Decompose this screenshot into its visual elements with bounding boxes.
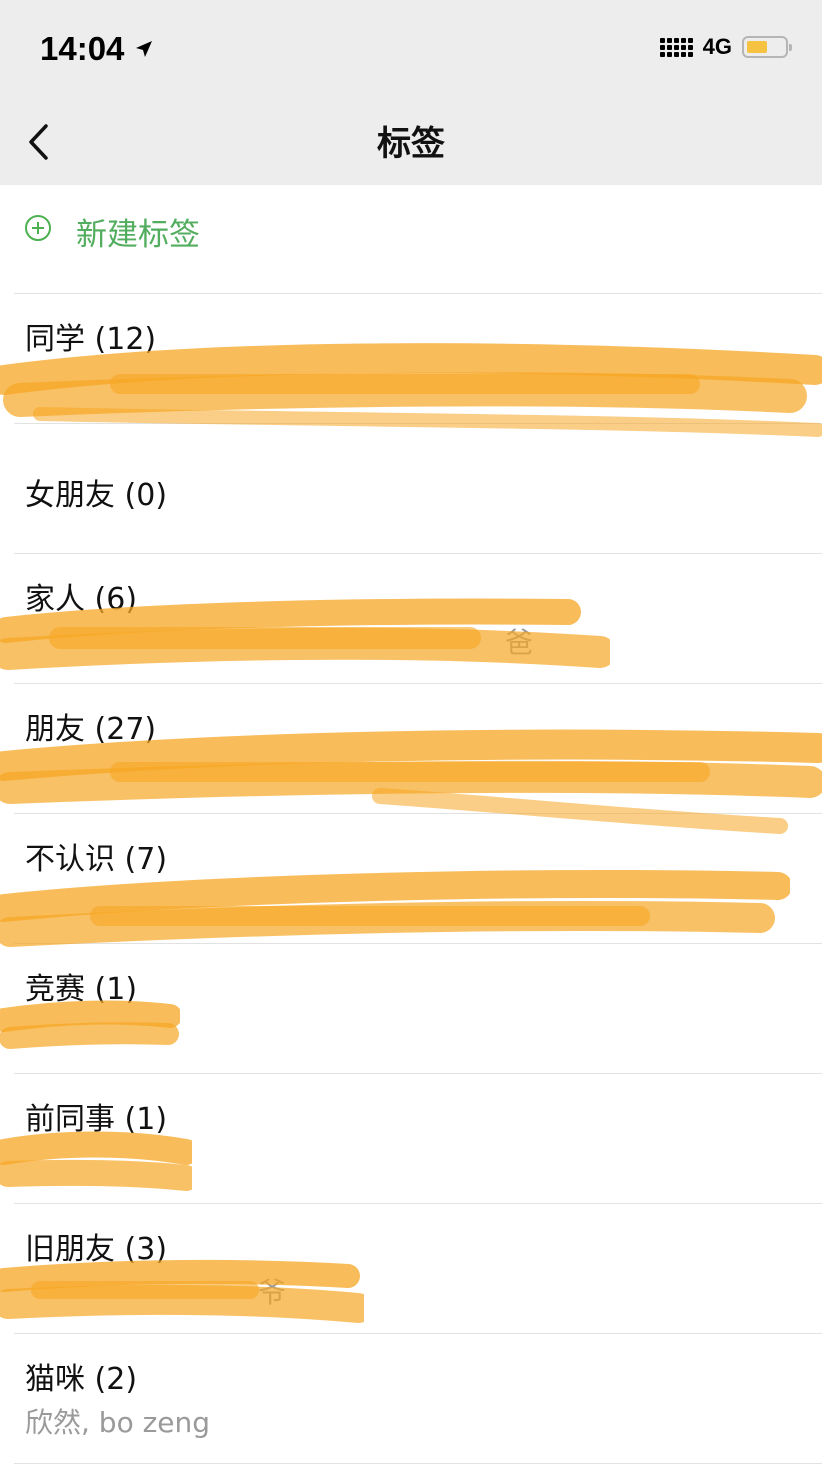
new-tag-button[interactable]: 新建标签 bbox=[0, 185, 822, 293]
new-tag-label: 新建标签 bbox=[76, 217, 200, 253]
tag-row-competition[interactable]: 竞赛 (1) bbox=[0, 944, 822, 1073]
location-arrow-icon bbox=[136, 41, 153, 57]
tag-members: 爸 bbox=[505, 626, 534, 659]
battery-level bbox=[747, 41, 767, 53]
tag-row-family[interactable]: 家人 (6) 爸 bbox=[0, 554, 822, 683]
tag-members: 欣然, bo zeng bbox=[25, 1406, 211, 1439]
tag-name: 朋友 (27) bbox=[25, 712, 157, 747]
tag-row-strangers[interactable]: 不认识 (7) bbox=[0, 814, 822, 943]
network-type: 4G bbox=[702, 34, 732, 59]
status-time: 14:04 bbox=[40, 30, 154, 68]
tag-row-old-friends[interactable]: 旧朋友 (3) 爷 bbox=[0, 1204, 822, 1333]
divider bbox=[14, 1463, 822, 1464]
tag-row-former-colleagues[interactable]: 前同事 (1) bbox=[0, 1074, 822, 1203]
tag-name: 旧朋友 (3) bbox=[25, 1232, 168, 1267]
status-indicators: 4G bbox=[659, 34, 792, 60]
tag-row-classmates[interactable]: 同学 (12) bbox=[0, 294, 822, 423]
time-text: 14:04 bbox=[40, 30, 125, 67]
tag-row-girlfriend[interactable]: 女朋友 (0) bbox=[0, 424, 822, 553]
cellular-signal-icon bbox=[659, 37, 693, 57]
page-title: 标签 bbox=[377, 124, 445, 164]
tag-name: 同学 (12) bbox=[25, 322, 157, 357]
battery-icon bbox=[742, 36, 792, 58]
tag-row-cats[interactable]: 猫咪 (2) 欣然, bo zeng bbox=[0, 1334, 822, 1463]
tag-name: 竞赛 (1) bbox=[25, 972, 138, 1007]
tag-members: 爷 bbox=[258, 1276, 287, 1309]
tag-name: 女朋友 (0) bbox=[25, 478, 168, 513]
tag-name: 猫咪 (2) bbox=[25, 1362, 138, 1397]
plus-circle-icon bbox=[25, 215, 51, 241]
tag-name: 前同事 (1) bbox=[25, 1102, 168, 1137]
tag-row-friends[interactable]: 朋友 (27) bbox=[0, 684, 822, 813]
tag-name: 家人 (6) bbox=[25, 582, 138, 617]
tag-name: 不认识 (7) bbox=[25, 842, 168, 877]
